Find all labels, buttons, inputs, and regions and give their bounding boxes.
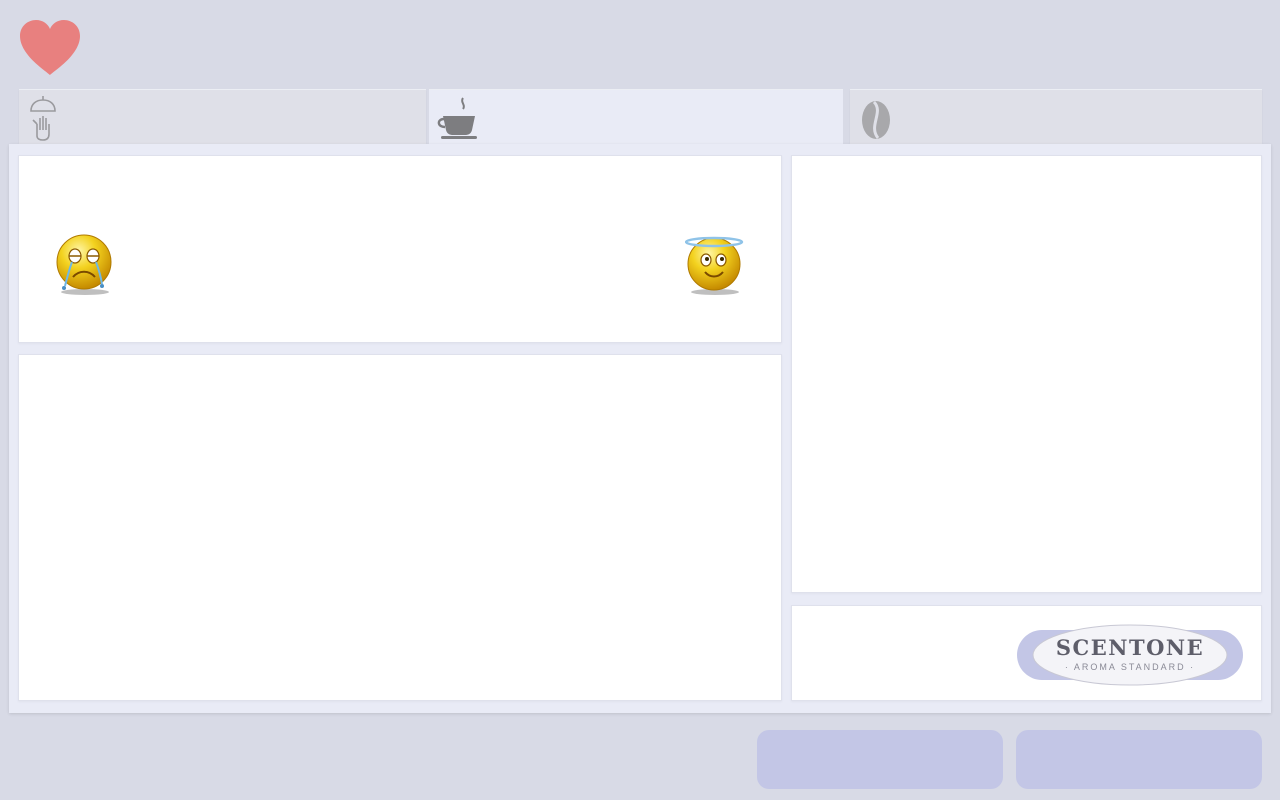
content-area: SCENTONE · AROMA STANDARD · bbox=[9, 144, 1271, 713]
notes-panel bbox=[18, 354, 782, 701]
tab-coffee-bean[interactable] bbox=[850, 89, 1262, 144]
coffee-cup-icon bbox=[437, 97, 477, 139]
brand-tagline: · AROMA STANDARD · bbox=[1065, 662, 1195, 672]
scentone-logo: SCENTONE · AROMA STANDARD · bbox=[1015, 624, 1245, 686]
rating-panel bbox=[18, 155, 782, 343]
brand-panel: SCENTONE · AROMA STANDARD · bbox=[791, 605, 1262, 701]
action-button-2[interactable] bbox=[1016, 730, 1262, 789]
hand-pour-icon bbox=[30, 96, 56, 141]
favorite-button[interactable] bbox=[16, 18, 84, 78]
crying-face-icon[interactable] bbox=[55, 232, 115, 296]
heart-icon bbox=[20, 20, 80, 75]
aroma-panel bbox=[791, 155, 1262, 593]
angel-face-icon[interactable] bbox=[685, 232, 745, 296]
tab-hand-pour[interactable] bbox=[19, 89, 426, 144]
action-button-1[interactable] bbox=[757, 730, 1003, 789]
coffee-bean-icon bbox=[862, 100, 890, 139]
brand-name: SCENTONE bbox=[1056, 635, 1204, 660]
